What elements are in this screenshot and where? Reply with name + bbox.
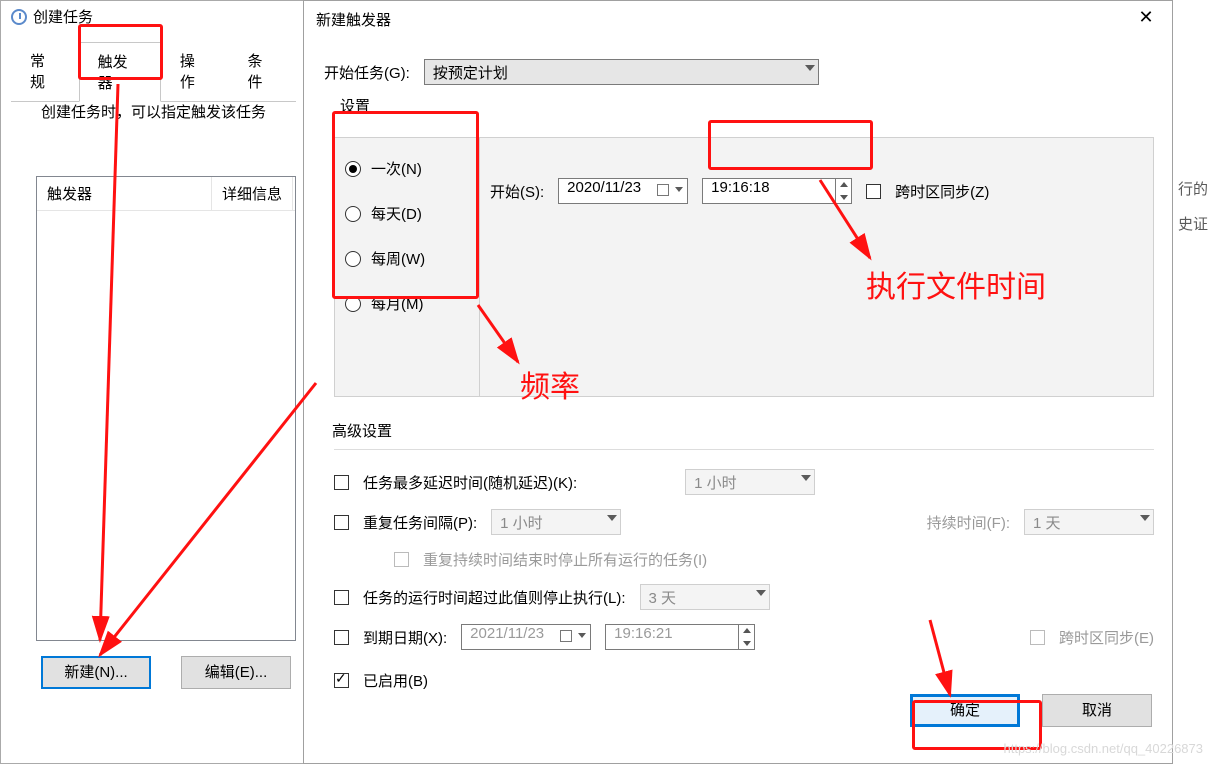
enabled-label: 已启用(B) bbox=[363, 670, 428, 691]
expire-label: 到期日期(X): bbox=[363, 627, 447, 648]
radio-daily[interactable]: 每天(D) bbox=[345, 203, 469, 224]
repeat-value-combo bbox=[491, 509, 621, 535]
list-headers: 触发器 详细信息 bbox=[37, 177, 295, 211]
create-task-dialog: 创建任务 常规 触发器 操作 条件 创建任务时，可以指定触发该任务 触发器 详细… bbox=[0, 0, 305, 764]
settings-box: 一次(N) 每天(D) 每周(W) 每月(M) 开始(S): 2020/11/2… bbox=[334, 137, 1154, 397]
stop-after-checkbox[interactable] bbox=[334, 590, 349, 605]
stop-after-combo bbox=[640, 584, 770, 610]
start-task-combo[interactable] bbox=[424, 59, 819, 85]
side-text-2: 史证 bbox=[1178, 213, 1208, 234]
expire-tz-label: 跨时区同步(E) bbox=[1059, 627, 1154, 648]
chevron-down-icon bbox=[578, 633, 586, 638]
delay-checkbox[interactable] bbox=[334, 475, 349, 490]
side-text-1: 行的 bbox=[1178, 178, 1208, 199]
delay-value-combo bbox=[685, 469, 815, 495]
trigger-list[interactable]: 触发器 详细信息 bbox=[36, 176, 296, 641]
expire-checkbox[interactable] bbox=[334, 630, 349, 645]
clock-icon bbox=[11, 9, 27, 25]
tz-sync-checkbox[interactable] bbox=[866, 184, 881, 199]
advanced-settings: 任务最多延迟时间(随机延迟)(K): 重复任务间隔(P): 持续时间(F): 重… bbox=[334, 449, 1154, 705]
chevron-down-icon bbox=[1140, 515, 1150, 521]
start-task-value[interactable] bbox=[424, 59, 819, 85]
tab-bar: 常规 触发器 操作 条件 bbox=[11, 41, 296, 102]
repeat-stop-checkbox bbox=[394, 552, 409, 567]
delay-label: 任务最多延迟时间(随机延迟)(K): bbox=[363, 472, 577, 493]
frequency-column: 一次(N) 每天(D) 每周(W) 每月(M) bbox=[335, 138, 480, 396]
radio-once[interactable]: 一次(N) bbox=[345, 158, 469, 179]
advanced-label: 高级设置 bbox=[332, 420, 392, 441]
tz-sync-label: 跨时区同步(Z) bbox=[895, 181, 989, 202]
settings-label: 设置 bbox=[340, 95, 1152, 116]
calendar-icon bbox=[560, 630, 572, 642]
repeat-checkbox[interactable] bbox=[334, 515, 349, 530]
col-trigger[interactable]: 触发器 bbox=[37, 177, 212, 210]
tab-general[interactable]: 常规 bbox=[11, 41, 79, 101]
cancel-button[interactable]: 取消 bbox=[1042, 694, 1152, 727]
repeat-label: 重复任务间隔(P): bbox=[363, 512, 477, 533]
new-trigger-button[interactable]: 新建(N)... bbox=[41, 656, 151, 689]
new-trigger-dialog: 新建触发器 ✕ 开始任务(G): 设置 一次(N) 每天(D) 每周(W) 每月… bbox=[303, 0, 1173, 764]
enabled-checkbox[interactable] bbox=[334, 673, 349, 688]
tab-triggers[interactable]: 触发器 bbox=[79, 42, 161, 102]
triggers-desc: 创建任务时，可以指定触发该任务 bbox=[41, 101, 266, 122]
start-label: 开始(S): bbox=[490, 181, 544, 202]
stop-after-label: 任务的运行时间超过此值则停止执行(L): bbox=[363, 587, 626, 608]
calendar-icon bbox=[657, 184, 669, 196]
close-icon[interactable]: ✕ bbox=[1124, 5, 1168, 33]
ok-button[interactable]: 确定 bbox=[910, 694, 1020, 727]
start-task-label: 开始任务(G): bbox=[324, 62, 410, 83]
chevron-down-icon bbox=[675, 187, 683, 192]
chevron-down-icon bbox=[801, 475, 811, 481]
chevron-down-icon bbox=[805, 65, 815, 71]
new-trigger-title: 新建触发器 bbox=[316, 9, 391, 30]
watermark: https://blog.csdn.net/qq_40226873 bbox=[1004, 741, 1204, 756]
col-details[interactable]: 详细信息 bbox=[212, 177, 293, 210]
tab-conditions[interactable]: 条件 bbox=[228, 41, 296, 101]
tab-actions[interactable]: 操作 bbox=[161, 41, 229, 101]
start-time-input[interactable]: 19:16:18 bbox=[702, 178, 852, 204]
chevron-down-icon bbox=[756, 590, 766, 596]
create-task-titlebar: 创建任务 bbox=[11, 6, 93, 27]
repeat-dur-combo bbox=[1024, 509, 1154, 535]
start-date-input[interactable]: 2020/11/23 bbox=[558, 178, 688, 204]
create-task-title: 创建任务 bbox=[33, 6, 93, 27]
repeat-stop-label: 重复持续时间结束时停止所有运行的任务(I) bbox=[423, 549, 707, 570]
spinner-icon[interactable] bbox=[835, 179, 851, 203]
expire-date-input: 2021/11/23 bbox=[461, 624, 591, 650]
radio-weekly[interactable]: 每周(W) bbox=[345, 248, 469, 269]
chevron-down-icon bbox=[607, 515, 617, 521]
repeat-dur-label: 持续时间(F): bbox=[927, 512, 1010, 533]
expire-tz-checkbox bbox=[1030, 630, 1045, 645]
edit-trigger-button[interactable]: 编辑(E)... bbox=[181, 656, 291, 689]
spinner-icon bbox=[738, 625, 754, 649]
expire-time-input: 19:16:21 bbox=[605, 624, 755, 650]
radio-monthly[interactable]: 每月(M) bbox=[345, 293, 469, 314]
new-trigger-titlebar: 新建触发器 ✕ bbox=[304, 1, 1172, 37]
